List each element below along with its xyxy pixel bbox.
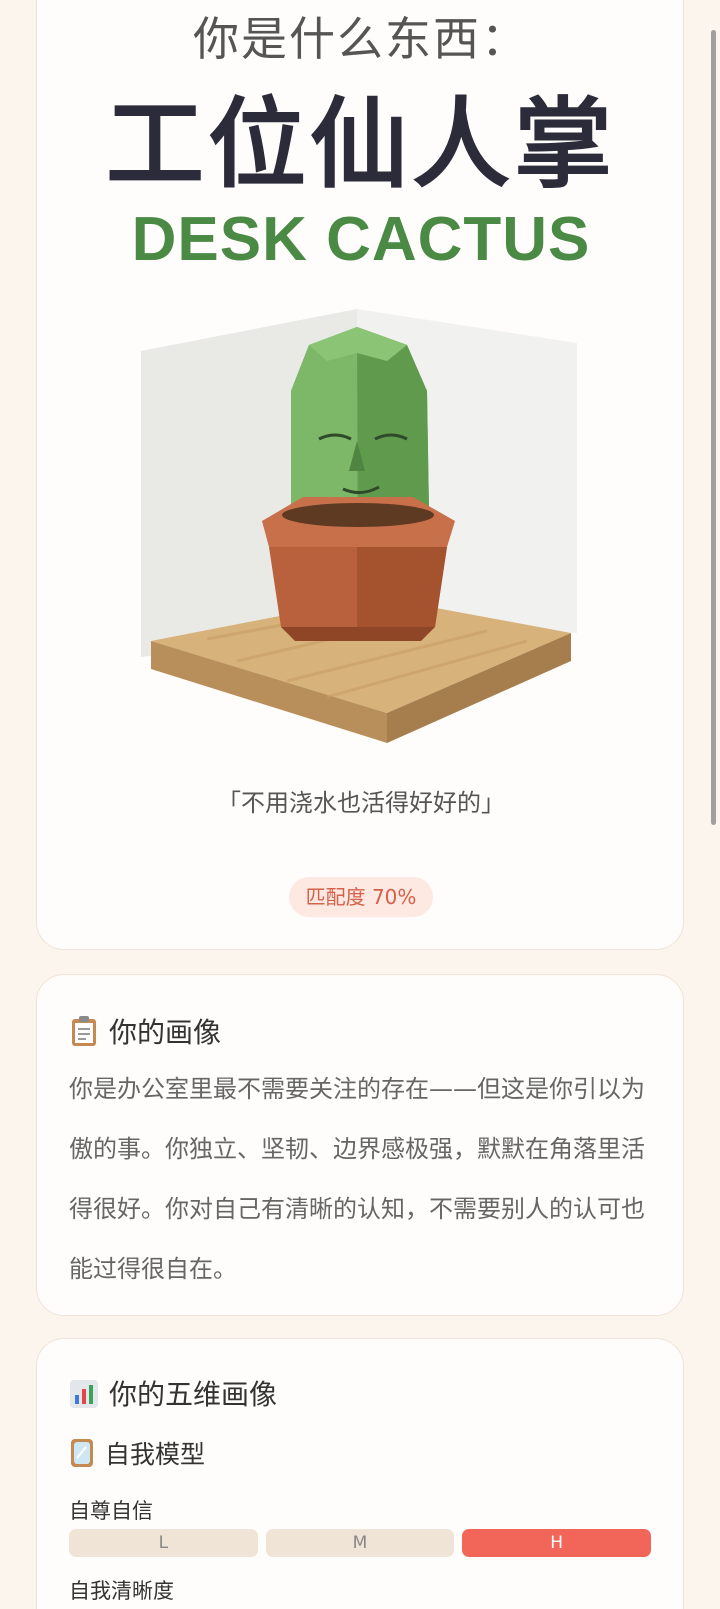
mirror-icon — [71, 1439, 93, 1467]
clipboard-icon — [72, 1016, 96, 1046]
result-intro: 你是什么东西： — [193, 12, 529, 66]
dimensions-header: 你的五维画像 — [69, 1373, 277, 1413]
dimension-label: 自尊自信 — [69, 1499, 153, 1523]
level-selector: L M H — [69, 1529, 652, 1557]
self-model-title: 自我模型 — [105, 1440, 206, 1469]
result-quote: 「不用浇水也活得好好的」 — [217, 789, 505, 817]
scrollbar[interactable] — [711, 30, 716, 825]
cactus-illustration — [141, 309, 577, 743]
result-title-en: DESK CACTUS — [131, 205, 591, 274]
match-badge: 匹配度 70% — [289, 877, 433, 917]
self-model-header: 自我模型 — [69, 1435, 205, 1471]
result-title-cn: 工位仙人掌 — [105, 88, 616, 202]
dimensions-title: 你的五维画像 — [109, 1378, 278, 1411]
dimensions-card: 你的五维画像 自我模型 自尊自信 L M H 自我清晰度 — [36, 1338, 684, 1609]
level-medium[interactable]: M — [265, 1529, 455, 1557]
level-high[interactable]: H — [462, 1529, 652, 1557]
page: 你是什么东西： 工位仙人掌 DESK CACTUS 「不用浇水也活得好好的」 匹… — [0, 0, 720, 1609]
portrait-title: 你的画像 — [109, 1016, 222, 1049]
portrait-card: 你的画像 你是办公室里最不需要关注的存在——但这是你引以为傲的事。你独立、坚韧、… — [36, 974, 684, 1316]
portrait-header: 你的画像 — [69, 1011, 221, 1051]
level-low[interactable]: L — [69, 1529, 258, 1557]
dimension-label: 自我清晰度 — [69, 1579, 174, 1603]
portrait-text: 你是办公室里最不需要关注的存在——但这是你引以为傲的事。你独立、坚韧、边界感极强… — [69, 1075, 645, 1283]
bar-chart-icon — [70, 1380, 98, 1408]
result-card: 你是什么东西： 工位仙人掌 DESK CACTUS 「不用浇水也活得好好的」 匹… — [36, 0, 684, 950]
